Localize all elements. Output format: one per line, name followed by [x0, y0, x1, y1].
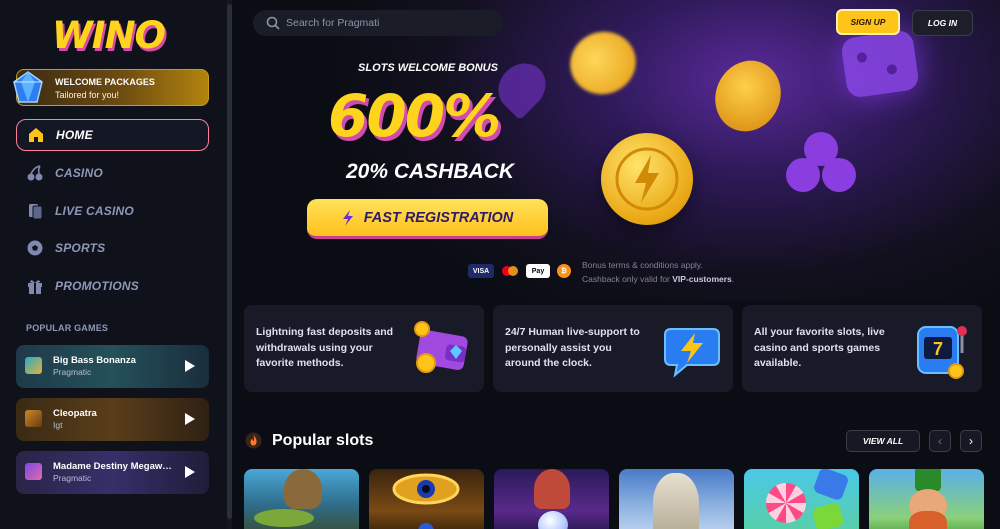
feature-card-support: 24/7 Human live-support to personally as…: [493, 305, 733, 392]
search-placeholder: Search for Pragmati: [286, 17, 380, 29]
feature-card-games: All your favorite slots, live casino and…: [742, 305, 982, 392]
gold-coin-lightning: [601, 133, 693, 225]
feature-card-deposits: Lightning fast deposits and withdrawals …: [244, 305, 484, 392]
game-name: Madame Destiny Megaw…: [53, 461, 172, 472]
purple-dice-shape: [840, 29, 920, 99]
lollipop-shape: [766, 483, 806, 523]
popular-slots-heading: Popular slots: [272, 432, 374, 449]
nav-live-casino-label: LIVE CASINO: [55, 204, 134, 218]
zeus-figure: [653, 473, 699, 529]
nav-sports-label: SPORTS: [55, 241, 106, 255]
feature-text: Lightning fast deposits and withdrawals …: [256, 326, 394, 369]
game-provider: Pragmatic: [53, 367, 92, 377]
nav-promotions-label: PROMOTIONS: [55, 279, 140, 293]
fast-registration-label: FAST REGISTRATION: [363, 209, 514, 226]
welcome-title: WELCOME PACKAGES: [55, 77, 155, 87]
fortune-teller-figure: [534, 469, 570, 509]
candy-shape: [812, 469, 850, 502]
fisherman-figure: [284, 469, 322, 509]
lightning-icon: [342, 209, 353, 226]
log-in-button[interactable]: LOG IN: [912, 10, 973, 36]
hero-banner: SLOTS WELCOME BONUS 600% 20% CASHBACK FA…: [232, 0, 1000, 300]
popular-game-item[interactable]: Cleopatra Igt: [16, 398, 209, 441]
fast-registration-button[interactable]: FAST REGISTRATION: [307, 199, 548, 239]
soccer-ball-icon: [27, 240, 43, 256]
feature-text: All your favorite slots, live casino and…: [754, 326, 885, 369]
crystal-ball-shape: [538, 511, 568, 529]
slot-tile[interactable]: [869, 469, 984, 529]
gift-icon: [28, 280, 42, 294]
popular-game-item[interactable]: Madame Destiny Megaw… Pragmatic: [16, 451, 209, 494]
play-icon[interactable]: [185, 360, 195, 372]
cards-icon: [29, 204, 43, 220]
apple-pay-icon: Pay: [526, 264, 550, 278]
prev-arrow-button[interactable]: ‹: [929, 430, 951, 452]
popular-game-item[interactable]: Big Bass Bonanza Pragmatic: [16, 345, 209, 388]
play-icon[interactable]: [185, 466, 195, 478]
hero-subtitle: SLOTS WELCOME BONUS: [358, 62, 498, 74]
eye-of-horus-icon: [392, 473, 460, 529]
visa-icon: VISA: [468, 264, 494, 278]
welcome-packages-banner[interactable]: WELCOME PACKAGES Tailored for you!: [13, 69, 209, 106]
game-thumbnail: [25, 410, 42, 427]
candy-shape: [811, 501, 845, 529]
game-provider: Igt: [53, 420, 63, 430]
game-thumbnail: [25, 463, 42, 480]
sign-up-button[interactable]: SIGN UP: [836, 9, 900, 35]
leprechaun-beard-shape: [909, 511, 947, 529]
gold-coin: [703, 49, 793, 143]
game-name: Big Bass Bonanza: [53, 355, 136, 366]
popular-games-heading: POPULAR GAMES: [26, 323, 109, 333]
game-provider: Pragmatic: [53, 473, 92, 483]
slot-tile[interactable]: [369, 469, 484, 529]
welcome-subtitle: Tailored for you!: [55, 90, 120, 100]
svg-text:7: 7: [933, 339, 943, 359]
bitcoin-icon: ₿: [557, 264, 571, 278]
fish-shape: [254, 509, 314, 527]
game-thumbnail: [25, 357, 42, 374]
mastercard-icon: [500, 264, 520, 278]
next-arrow-button[interactable]: ›: [960, 430, 982, 452]
nav-live-casino[interactable]: LIVE CASINO: [16, 195, 209, 227]
nav-casino[interactable]: CASINO: [16, 157, 209, 189]
gold-coin: [561, 22, 645, 104]
nav-sports[interactable]: SPORTS: [16, 232, 209, 264]
diamond-icon: [13, 71, 43, 103]
logo[interactable]: WINO: [52, 14, 166, 57]
leprechaun-hat-shape: [915, 469, 941, 491]
view-all-button[interactable]: VIEW ALL: [846, 430, 920, 452]
cashback-terms-text: Cashback only valid for VIP-customers.: [582, 274, 735, 284]
cherry-icon: [27, 165, 43, 181]
wallet-icon: [414, 321, 468, 373]
slot-tile[interactable]: [619, 469, 734, 529]
vip-customers-text: VIP-customers: [672, 274, 732, 284]
slot-tile[interactable]: [744, 469, 859, 529]
nav-casino-label: CASINO: [55, 166, 103, 180]
terms-text: Bonus terms & conditions apply.: [582, 260, 703, 270]
nav-home-label: HOME: [56, 128, 93, 142]
fire-icon: [245, 432, 262, 449]
nav-home[interactable]: HOME: [16, 119, 209, 151]
search-icon: [266, 16, 280, 30]
slot-tile[interactable]: [244, 469, 359, 529]
search-input[interactable]: Search for Pragmati: [253, 10, 503, 36]
home-icon: [29, 128, 43, 142]
sidebar: WINO WELCOME PACKAGES Tailored for you! …: [0, 0, 232, 529]
slot-machine-icon: 7: [917, 326, 967, 379]
hero-bonus-percent: 600%: [328, 82, 501, 150]
game-name: Cleopatra: [53, 408, 97, 419]
chat-lightning-icon: [664, 328, 720, 378]
main-content: SLOTS WELCOME BONUS 600% 20% CASHBACK FA…: [232, 0, 1000, 529]
play-icon[interactable]: [185, 413, 195, 425]
feature-text: 24/7 Human live-support to personally as…: [505, 326, 640, 369]
lightning-icon: [615, 147, 679, 211]
nav-promotions[interactable]: PROMOTIONS: [16, 270, 209, 302]
hero-cashback: 20% CASHBACK: [345, 160, 515, 183]
purple-club-shape: [784, 132, 860, 204]
slot-tile[interactable]: [494, 469, 609, 529]
